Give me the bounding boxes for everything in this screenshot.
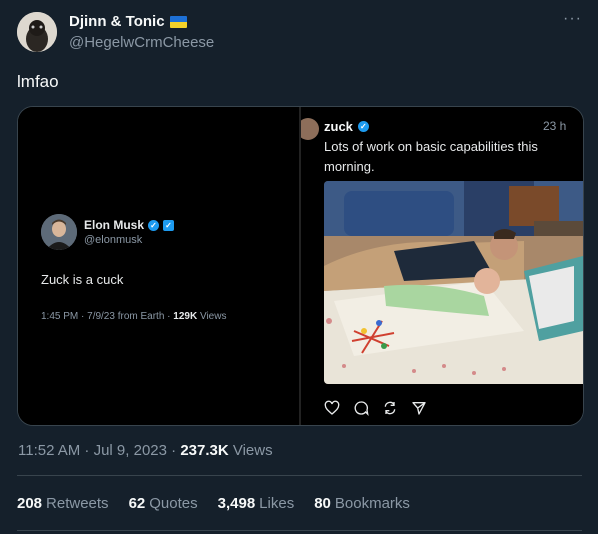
timestamp-prefix[interactable]: 11:52 AM · Jul 9, 2023 · <box>18 442 180 459</box>
engagement-stats: 208 Retweets 62 Quotes 3,498 Likes 80 Bookma… <box>17 495 410 512</box>
stat-bookmarks[interactable]: 80 Bookmarks <box>314 495 410 512</box>
stat-count: 3,498 <box>217 495 256 512</box>
author-handle[interactable]: @HegelwCrmCheese <box>69 34 214 51</box>
stat-label: Bookmarks <box>334 495 410 512</box>
embedded-action-bar <box>324 400 427 416</box>
stat-quotes[interactable]: 62 Quotes <box>129 495 198 512</box>
author-display-name[interactable]: Djinn & Tonic <box>69 13 165 30</box>
views-label: Views <box>228 442 273 459</box>
ukraine-flag-icon <box>169 15 187 28</box>
stat-retweets[interactable]: 208 Retweets <box>17 495 109 512</box>
stat-label: Retweets <box>46 495 109 512</box>
stat-count: 80 <box>314 495 331 512</box>
embedded-text-elon: Zuck is a cuck <box>41 272 124 287</box>
verified-badge-icon: ✓ <box>148 219 160 231</box>
screenshot-right: zuck ✓ 23 h Lots of work on basic capabi… <box>301 107 583 425</box>
comment-icon[interactable] <box>353 400 369 416</box>
stat-count: 62 <box>128 495 146 512</box>
embedded-name-row: Elon Musk ✓ ✓ <box>84 218 175 232</box>
stat-count: 208 <box>17 495 43 512</box>
verified-badge-icon: ✓ <box>357 121 369 132</box>
affiliate-badge-icon: ✓ <box>163 219 175 231</box>
views-count: 237.3K <box>180 442 229 459</box>
embedded-views-label: Views <box>197 311 227 322</box>
embedded-name-row-zuck: zuck ✓ <box>324 119 369 134</box>
embedded-time-zuck: 23 h <box>543 119 567 133</box>
tweet-text: lmfao <box>17 72 59 91</box>
divider <box>17 530 582 531</box>
embedded-views-count: 129K <box>173 311 198 322</box>
heart-icon[interactable] <box>324 400 340 416</box>
more-options-icon[interactable]: ··· <box>563 10 582 28</box>
repost-icon[interactable] <box>382 400 398 416</box>
stat-label: Likes <box>259 495 295 512</box>
embedded-name-zuck: zuck <box>324 119 353 134</box>
tweet-timestamp[interactable]: 11:52 AM · Jul 9, 2023 · 237.3K Views <box>18 442 273 459</box>
divider <box>17 475 582 476</box>
embedded-name-elon: Elon Musk <box>84 218 145 232</box>
share-icon[interactable] <box>411 400 427 416</box>
stat-label: Quotes <box>149 495 198 512</box>
stat-likes[interactable]: 3,498 Likes <box>218 495 295 512</box>
embedded-handle-elon: @elonmusk <box>84 234 143 246</box>
author-name-row: Djinn & Tonic <box>69 13 187 30</box>
author-avatar[interactable] <box>17 12 57 52</box>
embedded-avatar-elon <box>41 214 77 250</box>
embedded-photo <box>324 181 583 384</box>
tweet-media[interactable]: Elon Musk ✓ ✓ @elonmusk Zuck is a cuck 1… <box>17 106 584 426</box>
embedded-avatar-zuck <box>301 118 319 140</box>
embedded-text-zuck: Lots of work on basic capabilities this … <box>324 139 538 174</box>
embedded-meta-prefix: 1:45 PM · 7/9/23 from Earth · <box>41 311 174 322</box>
screenshot-left: Elon Musk ✓ ✓ @elonmusk Zuck is a cuck 1… <box>18 107 299 425</box>
embedded-meta-elon: 1:45 PM · 7/9/23 from Earth · 129K Views <box>41 311 226 322</box>
